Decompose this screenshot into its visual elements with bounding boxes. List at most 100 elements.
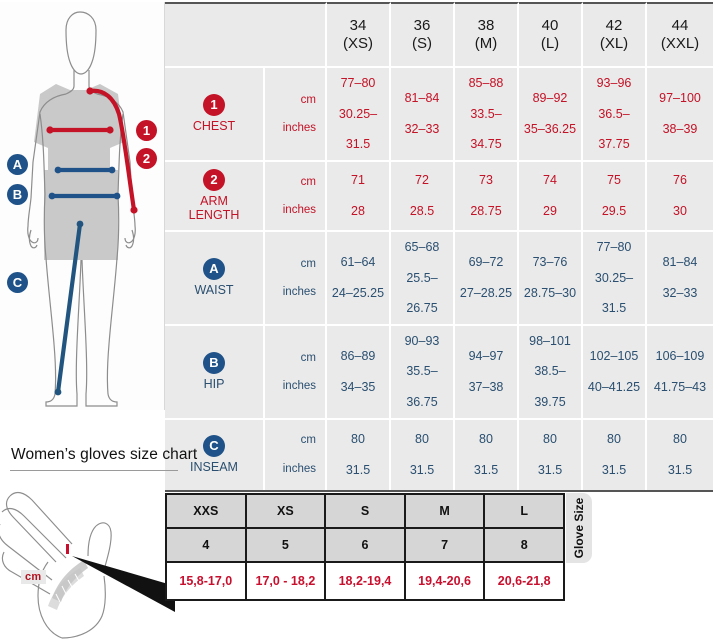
value-inches: 30.25–31.5 [338,106,378,152]
size-number: 36 [413,16,431,34]
value-cell: 71 28 [327,161,391,232]
glove-numeric-size-row: 45678 [165,527,565,563]
value-cell: 80 31.5 [391,419,455,490]
value-inches: 31.5 [601,462,627,477]
value-cell: 102–105 40–41.25 [583,325,647,420]
value-cm: 74 [543,173,557,188]
glove-size-side-label: Glove Size [566,493,592,563]
glove-measurement-cell: 19,4-20,6 [403,561,486,601]
value-inches: 28.75–30 [523,285,577,300]
female-body-measurement-diagram [27,11,138,407]
glove-letter-size-cell: S [324,493,406,529]
value-cell: 94–97 37–38 [455,325,519,420]
value-cm: 73–76 [532,255,568,270]
value-cell: 74 29 [519,161,583,232]
value-cm: 69–72 [468,255,504,270]
value-inches: 35–36.25 [523,121,577,136]
header-size-0: 34 (XS) [327,2,391,68]
value-cell: 85–88 33.5–34.75 [455,68,519,162]
header-size-5: 44 (XXL) [647,2,713,68]
value-cell: 72 28.5 [391,161,455,232]
measurement-row-arm-length: 2 ARM LENGTH cm inches 71 28 72 28.5 73 28.75 74 29 7… [165,161,713,232]
size-alpha: (XL) [599,35,629,52]
value-cm: 80 [479,432,493,446]
header-size-2: 38 (M) [455,2,519,68]
unit-cm: cm [300,93,316,106]
value-cell: 93–96 36.5–37.75 [583,68,647,162]
measurement-row-inseam: C INSEAM cm inches 80 31.5 80 31.5 80 31.5 80 31.5 8… [165,419,713,490]
size-number: 40 [541,16,559,34]
value-cm: 71 [351,173,365,188]
value-inches: 40–41.25 [587,379,641,394]
row-label-text: ARM LENGTH [188,194,240,223]
size-chart-page: 1 2 A B C 34 (XS) 36 (S) 38 (M) 40 (L) 4… [0,0,713,643]
value-inches: 36.5–37.75 [598,106,630,152]
measurement-row-chest: 1 CHEST cm inches 77–80 30.25–31.5 81–84 32–33 8… [165,68,713,162]
row-badge-B: B [203,352,225,375]
row-units-cell: cm inches [265,419,327,490]
value-cm: 106–109 [655,349,705,364]
row-label-cell: 1 CHEST [165,68,265,162]
measurement-row-waist: A WAIST cm inches 61–64 24–25.25 65–68 25.5–26.… [165,231,713,326]
size-alpha: (XS) [343,35,373,52]
pointer-wedge [72,556,175,612]
value-cm: 80 [673,432,687,446]
size-number: 44 [671,16,689,34]
figure-marker-c: C [7,272,28,293]
figure-marker-2: 2 [136,148,157,169]
row-badge-A: A [203,258,225,281]
value-inches: 38.5–39.75 [534,364,566,409]
value-inches: 35.5–36.75 [406,364,438,409]
row-units-cell: cm inches [265,68,327,162]
value-cell: 80 31.5 [647,419,713,490]
glove-numeric-size-cell: 5 [244,527,327,563]
value-cell: 77–80 30.25–31.5 [327,68,391,162]
unit-inches: inches [282,462,316,475]
row-label-text: WAIST [194,283,234,298]
tape-measure [48,560,88,610]
header-corner-cell [165,2,327,68]
row-units-cell: cm inches [265,325,327,420]
value-cell: 73–76 28.75–30 [519,231,583,326]
size-alpha: (XXL) [660,35,700,52]
value-cm: 80 [415,432,429,446]
table-header-row: 34 (XS) 36 (S) 38 (M) 40 (L) 42 (XL) 44 … [165,2,713,68]
value-cm: 72 [415,173,429,188]
cm-unit-tag: cm [21,570,46,584]
glove-size-side-label-text: Glove Size [572,497,586,559]
value-cm: 77–80 [340,76,376,90]
value-inches: 28.75 [470,203,502,218]
value-inches: 25.5–26.75 [406,270,438,316]
value-inches: 37–38 [468,379,504,394]
unit-cm: cm [300,351,316,364]
value-inches: 29.5 [601,203,627,218]
row-label-cell: 2 ARM LENGTH [165,161,265,232]
value-cm: 80 [351,432,365,446]
value-cm: 61–64 [340,255,376,270]
row-label-text: HIP [203,377,225,392]
row-badge-C: C [203,435,225,458]
value-inches: 38–39 [662,121,698,136]
value-cm: 73 [479,173,493,188]
value-cell: 65–68 25.5–26.75 [391,231,455,326]
value-cell: 77–80 30.25–31.5 [583,231,647,326]
gloves-section-title: Women’s gloves size chart [11,446,198,463]
value-cm: 89–92 [532,91,568,106]
row-label-cell: A WAIST [165,231,265,326]
row-units-cell: cm inches [265,161,327,232]
value-cell: 80 31.5 [455,419,519,490]
unit-cm: cm [300,257,316,270]
value-cell: 75 29.5 [583,161,647,232]
unit-cm: cm [300,175,316,188]
value-cm: 86–89 [340,349,376,364]
value-cell: 76 30 [647,161,713,232]
value-inches: 30 [673,203,687,218]
value-cell: 81–84 32–33 [647,231,713,326]
value-inches: 29 [543,203,557,218]
value-cm: 81–84 [404,91,440,106]
value-cm: 85–88 [468,76,504,90]
value-cm: 81–84 [662,255,698,270]
glove-letter-size-row: XXS XS S M L [165,493,565,529]
size-number: 42 [605,16,623,34]
value-cm: 65–68 [404,239,440,254]
